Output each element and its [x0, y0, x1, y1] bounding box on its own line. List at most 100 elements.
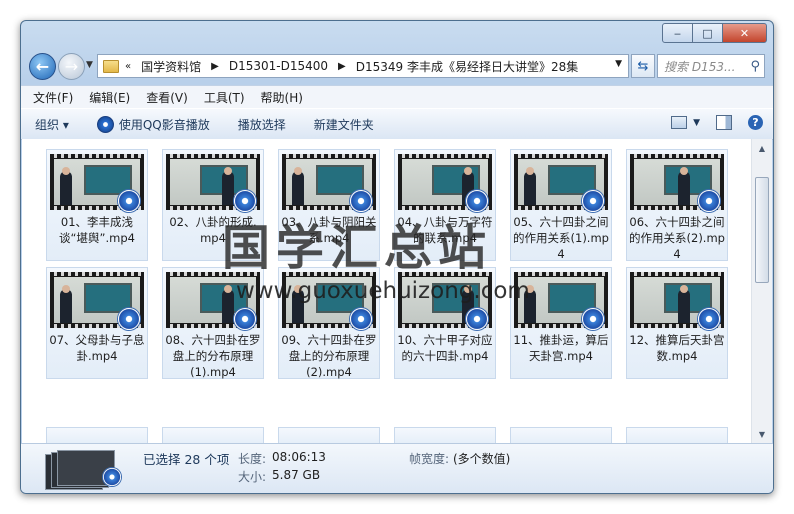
maximize-button[interactable]: □ [693, 23, 722, 43]
file-name: 04、八卦与万字符的联系.mp4 [397, 215, 493, 245]
qq-player-icon [466, 190, 488, 212]
organize-button[interactable]: 组织 ▾ [35, 116, 69, 133]
arrow-right-icon: → [64, 57, 79, 76]
folder-icon [103, 59, 119, 73]
file-item[interactable]: 12、推算后天卦宫数.mp4 [626, 267, 728, 379]
menu-edit[interactable]: 编辑(E) [89, 89, 130, 106]
file-name: 03、八卦与阴阳关系.mp4 [281, 215, 377, 245]
file-item[interactable]: 10、六十甲子对应的六十四卦.mp4 [394, 267, 496, 379]
breadcrumb-separator[interactable]: ▶ [211, 61, 219, 72]
play-qq-button[interactable]: 使用QQ影音播放 [96, 115, 210, 133]
file-name: 01、李丰成浅谈“堪舆”.mp4 [59, 215, 135, 245]
navigation-bar: ← → ▼ « 国学资料馆 ▶ D15301-D15400 ▶ D15349 李… [29, 52, 765, 80]
qq-player-icon [582, 308, 604, 330]
length-value: 08:06:13 [272, 450, 326, 464]
view-options-icon[interactable] [671, 116, 688, 129]
refresh-icon: ⇆ [637, 58, 649, 74]
file-name: 12、推算后天卦宫数.mp4 [629, 333, 725, 363]
scroll-up-icon[interactable]: ▲ [755, 141, 769, 155]
qq-player-icon [118, 308, 140, 330]
file-name: 11、推卦运，算后天卦宫.mp4 [513, 333, 609, 363]
qq-player-icon [698, 308, 720, 330]
frame-width-label: 帧宽度: [409, 452, 450, 466]
breadcrumb-root[interactable]: 国学资料馆 [141, 58, 201, 75]
file-item[interactable]: 06、六十四卦之间的作用关系(2).mp4 [626, 149, 728, 261]
file-item[interactable]: 05、六十四卦之间的作用关系(1).mp4 [510, 149, 612, 261]
preview-pane-icon[interactable] [716, 115, 732, 130]
qq-player-icon [466, 308, 488, 330]
qq-player-icon [582, 190, 604, 212]
file-item[interactable]: 07、父母卦与子息卦.mp4 [46, 267, 148, 379]
explorer-window: ‒ □ ✕ ← → ▼ « 国学资料馆 ▶ D15301-D15400 ▶ D1… [20, 20, 774, 494]
file-item[interactable]: 02、八卦的形成.mp4 [162, 149, 264, 261]
menu-bar: 文件(F) 编辑(E) 查看(V) 工具(T) 帮助(H) [21, 85, 773, 108]
play-selection-button[interactable]: 播放选择 [238, 116, 286, 133]
view-dropdown-icon[interactable]: ▼ [693, 118, 700, 128]
menu-file[interactable]: 文件(F) [33, 89, 73, 106]
file-name: 10、六十甲子对应的六十四卦.mp4 [397, 333, 493, 363]
arrow-left-icon: ← [35, 57, 50, 76]
file-name: 02、八卦的形成.mp4 [169, 215, 257, 245]
close-button[interactable]: ✕ [722, 23, 767, 43]
selection-count: 已选择 28 个项 [143, 452, 230, 467]
toolbar-right: ▼ ? [671, 115, 763, 130]
qq-player-icon [234, 190, 256, 212]
refresh-button[interactable]: ⇆ [631, 54, 655, 78]
search-icon: ⚲ [750, 58, 760, 74]
qq-player-icon [96, 115, 114, 133]
new-folder-label: 新建文件夹 [313, 117, 374, 132]
file-name: 05、六十四卦之间的作用关系(1).mp4 [513, 215, 609, 261]
qq-player-icon [350, 190, 372, 212]
file-item-partial[interactable] [278, 427, 380, 443]
menu-view[interactable]: 查看(V) [146, 89, 188, 106]
new-folder-button[interactable]: 新建文件夹 [314, 116, 374, 133]
file-name: 07、父母卦与子息卦.mp4 [49, 333, 145, 363]
back-button[interactable]: ← [29, 53, 56, 80]
details-pane: 已选择 28 个项 长度: 08:06:13 大小: 5.87 GB 帧宽度: … [21, 443, 773, 493]
breadcrumb-separator[interactable]: ▶ [338, 61, 346, 72]
qq-player-icon [118, 190, 140, 212]
qq-player-icon [350, 308, 372, 330]
file-item-partial[interactable] [626, 427, 728, 443]
selection-stack-thumbnail [45, 450, 123, 490]
qq-player-icon [698, 190, 720, 212]
file-item[interactable]: 03、八卦与阴阳关系.mp4 [278, 149, 380, 261]
search-input[interactable]: 搜索 D153... ⚲ [657, 54, 765, 78]
file-item[interactable]: 04、八卦与万字符的联系.mp4 [394, 149, 496, 261]
file-item-partial[interactable] [162, 427, 264, 443]
play-selection-label: 播放选择 [237, 117, 286, 132]
menu-tools[interactable]: 工具(T) [204, 89, 245, 106]
address-bar[interactable]: « 国学资料馆 ▶ D15301-D15400 ▶ D15349 李丰成《易经择… [97, 54, 629, 78]
frame-width-value: (多个数值) [453, 452, 511, 466]
minimize-button[interactable]: ‒ [662, 23, 693, 43]
search-placeholder: 搜索 D153... [664, 59, 736, 74]
history-dropdown[interactable]: ▼ [86, 60, 93, 70]
breadcrumb-range[interactable]: D15301-D15400 [229, 59, 328, 73]
length-label: 长度: [238, 452, 267, 466]
command-bar: 组织 ▾ 使用QQ影音播放 播放选择 新建文件夹 ▼ ? [21, 108, 773, 140]
breadcrumb-current[interactable]: D15349 李丰成《易经择日大讲堂》28集 [356, 58, 579, 75]
file-item[interactable]: 09、六十四卦在罗盘上的分布原理(2).mp4 [278, 267, 380, 379]
file-item[interactable]: 11、推卦运，算后天卦宫.mp4 [510, 267, 612, 379]
file-item[interactable]: 08、六十四卦在罗盘上的分布原理(1).mp4 [162, 267, 264, 379]
qq-player-icon [103, 468, 121, 486]
scroll-thumb[interactable] [755, 177, 769, 283]
file-name: 06、六十四卦之间的作用关系(2).mp4 [629, 215, 725, 261]
file-item[interactable]: 01、李丰成浅谈“堪舆”.mp4 [46, 149, 148, 261]
address-dropdown[interactable]: ▼ [615, 59, 622, 69]
file-item-partial[interactable] [394, 427, 496, 443]
play-qq-label: 使用QQ影音播放 [118, 117, 210, 132]
file-item-partial[interactable] [46, 427, 148, 443]
qq-player-icon [234, 308, 256, 330]
organize-label: 组织 ▾ [35, 117, 69, 132]
menu-help[interactable]: 帮助(H) [261, 89, 303, 106]
forward-button[interactable]: → [58, 53, 85, 80]
help-icon[interactable]: ? [748, 115, 763, 130]
file-grid: 01、李丰成浅谈“堪舆”.mp4 02、八卦的形成.mp4 03、八卦与阴阳关系.m… [22, 139, 751, 443]
file-item-partial[interactable] [510, 427, 612, 443]
size-value: 5.87 GB [272, 468, 321, 482]
file-name: 08、六十四卦在罗盘上的分布原理(1).mp4 [165, 333, 261, 379]
scroll-down-icon[interactable]: ▼ [755, 427, 769, 441]
vertical-scrollbar[interactable]: ▲ ▼ [751, 139, 772, 443]
overflow-chevron[interactable]: « [125, 61, 131, 72]
